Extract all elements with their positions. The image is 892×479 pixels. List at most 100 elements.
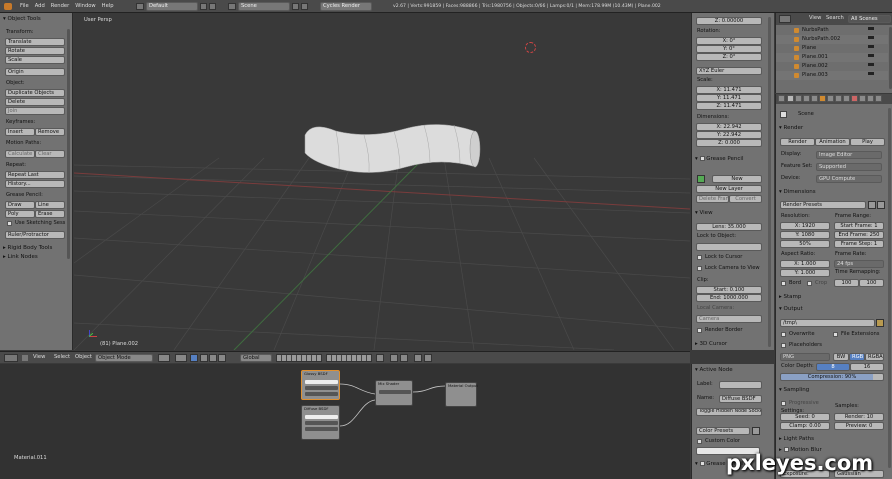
modifiers-tab-icon[interactable] — [835, 95, 842, 102]
remap-new-field[interactable]: 100 — [859, 279, 884, 287]
physics-tab-icon[interactable] — [875, 95, 882, 102]
scene-close-icon[interactable] — [301, 3, 308, 10]
device-select[interactable]: GPU Compute — [816, 175, 882, 183]
rotation-y-field[interactable]: Y: 0° — [696, 45, 762, 53]
toggle-hidden-sockets-button[interactable]: Toggle Hidden Node Sockets — [696, 408, 762, 416]
clamp-field[interactable]: Clamp: 0.00 — [780, 422, 830, 430]
rotation-z-field[interactable]: Z: 0° — [696, 53, 762, 61]
convert-button[interactable]: Convert — [729, 195, 762, 203]
clip-end-field[interactable]: End: 1000.000 — [696, 294, 762, 302]
3d-cursor-header[interactable]: ▸ 3D Cursor — [695, 340, 727, 348]
history-button[interactable]: History... — [5, 180, 65, 188]
menu-file[interactable]: File — [20, 0, 29, 13]
blender-logo-icon[interactable] — [4, 3, 12, 10]
placeholders-checkbox[interactable] — [781, 343, 786, 348]
rotate-manipulator-icon[interactable] — [209, 354, 217, 362]
crop-checkbox[interactable] — [807, 281, 812, 286]
menu-add[interactable]: Add — [35, 0, 45, 13]
lock-camera-checkbox[interactable] — [697, 266, 702, 271]
scene-icon[interactable] — [228, 3, 236, 10]
translate-manipulator-icon[interactable] — [200, 354, 208, 362]
view-menu[interactable]: View — [33, 354, 45, 361]
editor-type-icon[interactable] — [4, 354, 18, 362]
menu-help[interactable]: Help — [102, 0, 114, 13]
color-depth-8-button[interactable]: 8 — [816, 363, 850, 371]
file-format-select[interactable]: PNG — [780, 353, 830, 361]
frame-step-field[interactable]: Frame Step: 1 — [834, 240, 884, 248]
calculate-button[interactable]: Calculate — [5, 150, 35, 158]
aspect-x-field[interactable]: X: 1.000 — [780, 260, 830, 268]
mode-select[interactable]: Object Mode — [95, 354, 153, 362]
dimensions-z-field[interactable]: Z: 0.000 — [696, 139, 762, 147]
end-frame-field[interactable]: End Frame: 250 — [834, 231, 884, 239]
scale-y-field[interactable]: Y: 11.471 — [696, 94, 762, 102]
local-camera-field[interactable]: Camera — [696, 315, 762, 323]
dimensions-y-field[interactable]: Y: 22.942 — [696, 131, 762, 139]
border-checkbox[interactable] — [781, 281, 786, 286]
custom-color-checkbox[interactable] — [697, 439, 702, 444]
3d-cursor-icon[interactable] — [525, 42, 536, 53]
progressive-checkbox[interactable] — [781, 401, 786, 406]
node-glossy-bsdf[interactable]: Glossy BSDF — [301, 370, 340, 400]
frame-rate-select[interactable]: 24 fps — [834, 260, 884, 268]
rotate-button[interactable]: Rotate — [5, 47, 65, 55]
rgba-button[interactable]: RGBA — [865, 353, 884, 361]
render-panel-header[interactable]: ▾ Render — [779, 124, 803, 132]
render-button[interactable]: Render — [780, 138, 815, 146]
join-button[interactable]: Join — [5, 107, 65, 115]
grease-pencil-header[interactable]: ▾ Grease Pencil — [695, 155, 744, 163]
manipulator-toggle-icon[interactable] — [190, 354, 198, 362]
render-border-checkbox[interactable] — [697, 328, 702, 333]
layers-grid-2-icon[interactable] — [326, 354, 372, 362]
snap-target-icon[interactable] — [400, 354, 408, 362]
object-tab-icon[interactable] — [819, 95, 826, 102]
resolution-x-field[interactable]: X: 1920 — [780, 222, 830, 230]
world-tab-icon[interactable] — [811, 95, 818, 102]
render-anim-icon[interactable] — [424, 354, 432, 362]
outliner-editor-icon[interactable] — [779, 15, 791, 23]
render-presets-select[interactable]: Render Presets — [780, 201, 866, 209]
preset-add-icon[interactable] — [752, 427, 760, 435]
grease-pencil-checkbox[interactable] — [699, 156, 705, 161]
properties-scrollbar[interactable] — [888, 108, 891, 468]
lock-cursor-checkbox[interactable] — [697, 255, 702, 260]
repeat-last-button[interactable]: Repeat Last — [5, 171, 65, 179]
scale-manipulator-icon[interactable] — [218, 354, 226, 362]
dimensions-panel-header[interactable]: ▾ Dimensions — [779, 188, 816, 196]
render-tab-icon[interactable] — [787, 95, 794, 102]
scene-add-icon[interactable] — [292, 3, 299, 10]
snap-icon[interactable] — [390, 354, 398, 362]
lens-field[interactable]: Lens: 35.000 — [696, 223, 762, 231]
scale-z-field[interactable]: Z: 11.471 — [696, 102, 762, 110]
output-path-field[interactable]: /tmp\ — [780, 319, 875, 327]
scene-select[interactable]: Scene — [238, 2, 290, 11]
menu-render[interactable]: Render — [51, 0, 69, 13]
layout-select[interactable]: Default — [146, 2, 198, 11]
outliner-search-menu[interactable]: Search — [826, 15, 844, 22]
node-grease-checkbox[interactable] — [699, 461, 705, 466]
seed-field[interactable]: Seed: 0 — [780, 413, 830, 421]
node-label-field[interactable] — [719, 381, 762, 389]
stamp-panel-header[interactable]: ▸ Stamp — [779, 293, 801, 301]
scene-tab-icon[interactable] — [803, 95, 810, 102]
tool-shelf-scrollbar[interactable] — [67, 29, 70, 259]
constraints-tab-icon[interactable] — [827, 95, 834, 102]
use-sketching-checkbox[interactable] — [7, 221, 12, 226]
resolution-percent-field[interactable]: 50% — [780, 240, 830, 248]
n-panel-scrollbar[interactable] — [768, 17, 771, 347]
render-preview-icon[interactable] — [414, 354, 422, 362]
translate-button[interactable]: Translate — [5, 38, 65, 46]
clip-start-field[interactable]: Start: 0.100 — [696, 286, 762, 294]
link-nodes-header[interactable]: ▸ Link Nodes — [3, 253, 38, 261]
object-menu[interactable]: Object — [75, 354, 92, 361]
sampling-panel-header[interactable]: ▾ Sampling — [779, 386, 809, 394]
display-select[interactable]: Image Editor — [816, 151, 882, 159]
delete-frame-button[interactable]: Delete Frame — [696, 195, 729, 203]
rotation-mode-select[interactable]: XYZ Euler — [696, 67, 762, 75]
line-button[interactable]: Line — [35, 201, 65, 209]
feature-set-select[interactable]: Supported — [816, 163, 882, 171]
select-menu[interactable]: Select — [54, 354, 70, 361]
object-tools-header[interactable]: ▾ Object Tools — [3, 15, 41, 23]
dimensions-x-field[interactable]: X: 22.942 — [696, 123, 762, 131]
folder-icon[interactable] — [876, 319, 884, 327]
